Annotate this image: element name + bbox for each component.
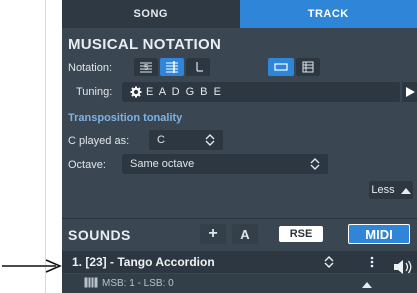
c-played-as-label: C played as:	[68, 135, 130, 147]
track-panel: SONG TRACK MUSICAL NOTATION Notation: 5	[62, 0, 417, 293]
track-sound-name: 1. [23] - Tango Accordion	[72, 255, 215, 269]
rse-button[interactable]: RSE	[279, 226, 323, 242]
notation-label: Notation:	[68, 62, 113, 74]
less-button[interactable]: Less	[369, 181, 413, 199]
gear-icon	[130, 86, 142, 98]
tab-track[interactable]: TRACK	[239, 0, 417, 28]
tuning-value: E A D G B E	[146, 86, 223, 98]
multi-view-icon	[302, 61, 314, 73]
svg-text:5: 5	[144, 63, 149, 72]
tab-notation-icon	[165, 61, 179, 73]
pointer-arrow-icon	[2, 258, 62, 274]
section-divider	[62, 218, 417, 219]
less-button-label: Less	[371, 184, 395, 196]
midi-button[interactable]: MIDI	[348, 224, 410, 244]
play-icon	[405, 87, 415, 97]
sounds-title: SOUNDS	[68, 227, 131, 243]
add-sound-button[interactable]: +	[200, 224, 226, 244]
slash-notation-button[interactable]	[186, 58, 210, 76]
more-options-button[interactable]	[362, 252, 382, 272]
c-played-as-select[interactable]: C	[149, 130, 223, 150]
c-played-as-value: C	[157, 134, 165, 146]
octave-select[interactable]: Same octave	[122, 154, 328, 174]
chevron-up-icon[interactable]	[362, 281, 372, 288]
updown-chevron-icon[interactable]	[324, 256, 334, 268]
tuning-label: Tuning:	[76, 86, 113, 98]
octave-label: Octave:	[68, 159, 106, 171]
tab-song[interactable]: SONG	[62, 0, 240, 28]
tuning-play-button[interactable]	[402, 82, 417, 102]
keyboard-icon	[84, 277, 98, 288]
updown-chevron-icon	[205, 134, 215, 146]
musical-notation-title: MUSICAL NOTATION	[68, 36, 222, 53]
left-margin	[0, 0, 46, 293]
msb-lsb-text: MSB: 1 - LSB: 0	[102, 278, 174, 289]
standard-notation-button[interactable]: 5	[134, 58, 158, 76]
slash-notation-icon	[191, 61, 205, 73]
standard-notation-icon: 5	[139, 61, 153, 73]
panel-tabs: SONG TRACK	[62, 0, 417, 28]
transposition-tonality-title: Transposition tonality	[68, 112, 183, 124]
chevron-up-icon	[400, 187, 411, 194]
more-vertical-icon	[370, 256, 374, 268]
automation-button[interactable]: A	[232, 224, 258, 244]
tab-notation-button[interactable]	[160, 58, 184, 76]
updown-chevron-icon	[310, 158, 320, 170]
single-view-button[interactable]	[268, 58, 294, 76]
multi-view-button[interactable]	[296, 58, 320, 76]
single-view-icon	[274, 62, 288, 72]
octave-value: Same octave	[130, 158, 195, 170]
